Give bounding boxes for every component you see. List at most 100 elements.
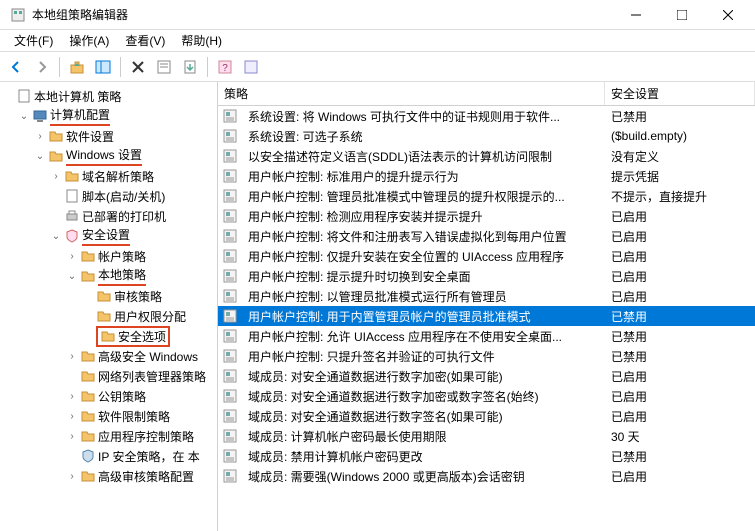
setting-cell: ($build.empty) [605, 129, 755, 143]
list-row[interactable]: 用户帐户控制: 将文件和注册表写入错误虚拟化到每用户位置已启用 [218, 226, 755, 246]
list-row[interactable]: 用户帐户控制: 以管理员批准模式运行所有管理员已启用 [218, 286, 755, 306]
node-label: 安全设置 [82, 226, 130, 246]
folder-icon [80, 408, 96, 424]
tree-root[interactable]: 本地计算机 策略 [0, 86, 217, 106]
tree-advanced-audit[interactable]: ›高级审核策略配置 [64, 466, 217, 486]
list-row[interactable]: 用户帐户控制: 仅提升安装在安全位置的 UIAccess 应用程序已启用 [218, 246, 755, 266]
tree-account-policies[interactable]: ›帐户策略 [64, 246, 217, 266]
policy-cell: 用户帐户控制: 只提升签名并验证的可执行文件 [242, 348, 605, 365]
list-row[interactable]: 域成员: 对安全通道数据进行数字加密或数字签名(始终)已启用 [218, 386, 755, 406]
policy-icon [222, 288, 238, 304]
policy-cell: 域成员: 需要强(Windows 2000 或更高版本)会话密钥 [242, 468, 605, 485]
policy-cell: 用户帐户控制: 用于内置管理员帐户的管理员批准模式 [242, 308, 605, 325]
setting-cell: 已启用 [605, 268, 755, 285]
show-hide-tree-button[interactable] [91, 55, 115, 79]
tree-dns-policy[interactable]: ›域名解析策略 [48, 166, 217, 186]
toolbar-separator [207, 57, 208, 77]
properties-button[interactable] [152, 55, 176, 79]
tree-security-settings[interactable]: ⌄ 安全设置 [48, 226, 217, 246]
collapse-icon[interactable]: ⌄ [48, 231, 64, 242]
collapse-icon[interactable]: ⌄ [64, 271, 80, 282]
printer-icon [64, 208, 80, 224]
column-header-setting[interactable]: 安全设置 [605, 82, 755, 105]
tree-audit-policy[interactable]: 审核策略 [80, 286, 217, 306]
tree-user-rights[interactable]: 用户权限分配 [80, 306, 217, 326]
setting-cell: 已禁用 [605, 328, 755, 345]
menu-help[interactable]: 帮助(H) [173, 30, 230, 51]
list-row[interactable]: 域成员: 需要强(Windows 2000 或更高版本)会话密钥已启用 [218, 466, 755, 486]
list-row[interactable]: 系统设置: 将 Windows 可执行文件中的证书规则用于软件...已禁用 [218, 106, 755, 126]
policy-icon [222, 168, 238, 184]
folder-icon [80, 248, 96, 264]
setting-cell: 已启用 [605, 468, 755, 485]
menu-view[interactable]: 查看(V) [117, 30, 173, 51]
expand-icon[interactable]: › [32, 131, 48, 142]
node-label: 计算机配置 [50, 106, 110, 126]
menubar: 文件(F) 操作(A) 查看(V) 帮助(H) [0, 30, 755, 52]
tree-local-policies[interactable]: ⌄本地策略 [64, 266, 217, 286]
tree-network-list[interactable]: 网络列表管理器策略 [64, 366, 217, 386]
list-row[interactable]: 域成员: 对安全通道数据进行数字加密(如果可能)已启用 [218, 366, 755, 386]
list-row[interactable]: 域成员: 禁用计算机帐户密码更改已禁用 [218, 446, 755, 466]
folder-icon [100, 328, 116, 344]
policy-icon [222, 148, 238, 164]
list-row[interactable]: 用户帐户控制: 提示提升时切换到安全桌面已启用 [218, 266, 755, 286]
close-button[interactable] [705, 0, 751, 30]
main-area: 本地计算机 策略 ⌄ 计算机配置 › 软件设置 ⌄ [0, 82, 755, 531]
tree-public-key[interactable]: ›公钥策略 [64, 386, 217, 406]
maximize-button[interactable] [659, 0, 705, 30]
policy-icon [222, 268, 238, 284]
setting-cell: 已启用 [605, 248, 755, 265]
tree-advanced-security[interactable]: ›高级安全 Windows [64, 346, 217, 366]
list-row[interactable]: 用户帐户控制: 管理员批准模式中管理员的提升权限提示的...不提示，直接提升 [218, 186, 755, 206]
policy-icon [222, 368, 238, 384]
list-row[interactable]: 用户帐户控制: 用于内置管理员帐户的管理员批准模式已禁用 [218, 306, 755, 326]
policy-icon [222, 468, 238, 484]
folder-icon [80, 388, 96, 404]
collapse-icon[interactable]: ⌄ [32, 151, 48, 162]
list-row[interactable]: 域成员: 对安全通道数据进行数字签名(如果可能)已启用 [218, 406, 755, 426]
policy-icon [222, 328, 238, 344]
menu-action[interactable]: 操作(A) [61, 30, 117, 51]
folder-icon [80, 468, 96, 484]
list-row[interactable]: 系统设置: 可选子系统($build.empty) [218, 126, 755, 146]
folder-icon [48, 148, 64, 164]
list-row[interactable]: 用户帐户控制: 检测应用程序安装并提示提升已启用 [218, 206, 755, 226]
setting-cell: 已禁用 [605, 348, 755, 365]
svg-text:?: ? [222, 63, 228, 74]
back-button[interactable] [4, 55, 28, 79]
tree-pane[interactable]: 本地计算机 策略 ⌄ 计算机配置 › 软件设置 ⌄ [0, 82, 218, 531]
list-row[interactable]: 用户帐户控制: 标准用户的提升提示行为提示凭据 [218, 166, 755, 186]
column-header-policy[interactable]: 策略 [218, 82, 605, 105]
up-button[interactable] [65, 55, 89, 79]
node-label: 帐户策略 [98, 248, 146, 265]
tree-software-restriction[interactable]: ›软件限制策略 [64, 406, 217, 426]
tree-computer-config[interactable]: ⌄ 计算机配置 [16, 106, 217, 126]
minimize-button[interactable] [613, 0, 659, 30]
tree-security-options[interactable]: 安全选项 [80, 326, 217, 346]
setting-cell: 已启用 [605, 288, 755, 305]
export-button[interactable] [178, 55, 202, 79]
refresh-button[interactable] [239, 55, 263, 79]
collapse-icon[interactable]: ⌄ [16, 111, 32, 122]
policy-icon [222, 348, 238, 364]
list-row[interactable]: 域成员: 计算机帐户密码最长使用期限30 天 [218, 426, 755, 446]
list-row[interactable]: 以安全描述符定义语言(SDDL)语法表示的计算机访问限制没有定义 [218, 146, 755, 166]
forward-button[interactable] [30, 55, 54, 79]
tree-printers[interactable]: 已部署的打印机 [48, 206, 217, 226]
help-button[interactable]: ? [213, 55, 237, 79]
tree-ip-security[interactable]: IP 安全策略，在 本 [64, 446, 217, 466]
list-row[interactable]: 用户帐户控制: 只提升签名并验证的可执行文件已禁用 [218, 346, 755, 366]
policy-icon [222, 448, 238, 464]
node-label: Windows 设置 [66, 146, 142, 166]
tree-windows-settings[interactable]: ⌄ Windows 设置 [32, 146, 217, 166]
policy-icon [222, 388, 238, 404]
delete-button[interactable] [126, 55, 150, 79]
menu-file[interactable]: 文件(F) [6, 30, 61, 51]
list-row[interactable]: 用户帐户控制: 允许 UIAccess 应用程序在不使用安全桌面...已禁用 [218, 326, 755, 346]
tree-software-settings[interactable]: › 软件设置 [32, 126, 217, 146]
list-body[interactable]: 系统设置: 将 Windows 可执行文件中的证书规则用于软件...已禁用系统设… [218, 106, 755, 531]
setting-cell: 已启用 [605, 368, 755, 385]
tree-scripts[interactable]: 脚本(启动/关机) [48, 186, 217, 206]
tree-app-control[interactable]: ›应用程序控制策略 [64, 426, 217, 446]
